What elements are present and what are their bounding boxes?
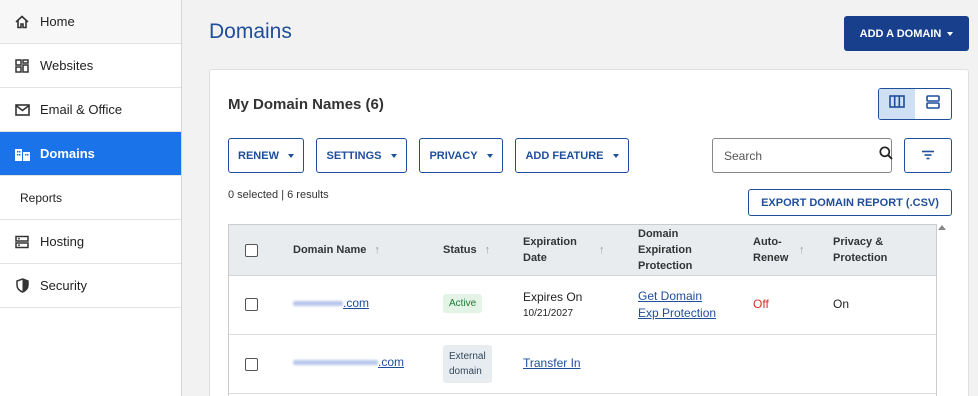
sidebar-item-label: Hosting — [40, 234, 85, 249]
home-icon — [14, 14, 30, 30]
status-badge: Active — [443, 294, 483, 313]
row-view-button[interactable] — [915, 89, 951, 119]
column-auto-renew[interactable]: Auto-Renew ↑ — [753, 234, 815, 266]
sidebar-item-label: Websites — [40, 58, 94, 73]
expires-label: Expires On — [523, 290, 583, 304]
hosting-icon — [14, 234, 30, 250]
sidebar-item-hosting[interactable]: Hosting — [0, 220, 181, 264]
sidebar-item-email-office[interactable]: Email & Office — [0, 88, 181, 132]
sidebar-item-websites[interactable]: Websites — [0, 44, 181, 88]
results-count: 0 selected | 6 results — [228, 189, 329, 201]
column-status[interactable]: Status ↑ — [443, 242, 490, 258]
settings-dropdown[interactable]: SETTINGS — [316, 138, 407, 173]
column-view-button[interactable] — [879, 89, 915, 119]
select-all-checkbox[interactable] — [245, 244, 258, 257]
chevron-down-icon — [390, 153, 397, 158]
sidebar-item-security[interactable]: Security — [0, 264, 181, 308]
expires-date: 10/21/2027 — [523, 308, 574, 319]
chevron-down-icon — [287, 153, 294, 158]
column-exp-protection: Domain Expiration Protection — [638, 228, 693, 272]
scroll-up-arrow-icon[interactable] — [938, 225, 946, 230]
add-feature-label: ADD FEATURE — [525, 149, 604, 162]
page-title: Domains — [209, 20, 292, 43]
table-header: Domain Name ↑ Status ↑ Expiration Date ↑ Do… — [229, 225, 936, 276]
search-box — [712, 138, 893, 173]
row-checkbox[interactable] — [245, 298, 258, 311]
search-input[interactable] — [724, 148, 879, 163]
sort-arrow-icon: ↑ — [374, 244, 380, 256]
settings-label: SETTINGS — [326, 149, 382, 162]
privacy-dropdown[interactable]: PRIVACY — [419, 138, 503, 173]
row-checkbox[interactable] — [245, 358, 258, 371]
sidebar-item-label: Email & Office — [40, 102, 123, 117]
renew-label: RENEW — [238, 149, 279, 162]
exp-protection-link[interactable]: Exp Protection — [638, 306, 716, 320]
search-icon[interactable] — [879, 146, 893, 165]
chevron-down-icon — [947, 31, 954, 36]
sidebar-item-label: Domains — [40, 146, 95, 161]
domain-link[interactable]: .com — [293, 355, 404, 369]
sidebar-item-label: Reports — [20, 190, 63, 205]
domains-card: My Domain Names (6) RENEW SETTINGS PRIVA… — [209, 69, 969, 396]
sort-arrow-icon: ↑ — [599, 244, 605, 256]
domains-table: Domain Name ↑ Status ↑ Expiration Date ↑ Do… — [228, 224, 937, 396]
sort-arrow-icon: ↑ — [484, 244, 491, 256]
sort-arrow-icon: ↑ — [799, 244, 805, 256]
transfer-in-link[interactable]: Transfer In — [523, 356, 581, 370]
main-content: Domains ADD A DOMAIN My Domain Names (6)… — [182, 0, 978, 396]
status-badge: External domain — [443, 345, 492, 383]
auto-renew-status: Off — [753, 297, 769, 311]
table-row: .com External domain Transfer In — [229, 335, 936, 394]
domains-icon — [14, 146, 30, 162]
column-expiration-date[interactable]: Expiration Date ↑ — [523, 234, 613, 266]
column-view-icon — [889, 95, 905, 113]
privacy-label: PRIVACY — [429, 149, 478, 162]
websites-icon — [14, 58, 30, 74]
sidebar: Home Websites Email & Office Domains Rep… — [0, 0, 182, 396]
sidebar-item-domains[interactable]: Domains — [0, 132, 181, 176]
privacy-status: On — [833, 297, 850, 311]
sidebar-item-reports[interactable]: Reports — [0, 176, 181, 220]
chevron-down-icon — [612, 153, 619, 158]
sidebar-item-label: Home — [40, 14, 75, 29]
sidebar-item-label: Security — [40, 278, 87, 293]
add-domain-button[interactable]: ADD A DOMAIN — [844, 16, 969, 51]
email-icon — [14, 102, 30, 118]
view-toggle — [878, 88, 952, 120]
filter-button[interactable] — [904, 138, 952, 173]
chevron-down-icon — [486, 153, 493, 158]
table-row: .com Active Expires On 10/21/2027 Get Do… — [229, 276, 936, 335]
sidebar-item-home[interactable]: Home — [0, 0, 181, 44]
get-domain-protection-link[interactable]: Get Domain — [638, 289, 702, 303]
column-privacy: Privacy & Protection — [833, 236, 888, 264]
add-domain-label: ADD A DOMAIN — [859, 27, 942, 40]
domain-link[interactable]: .com — [293, 296, 369, 310]
export-report-button[interactable]: EXPORT DOMAIN REPORT (.CSV) — [748, 189, 952, 216]
renew-dropdown[interactable]: RENEW — [228, 138, 304, 173]
card-title: My Domain Names (6) — [228, 96, 384, 113]
filter-icon — [921, 147, 935, 165]
add-feature-dropdown[interactable]: ADD FEATURE — [515, 138, 629, 173]
shield-icon — [14, 278, 30, 294]
row-view-icon — [926, 94, 940, 114]
column-domain-name[interactable]: Domain Name ↑ — [293, 242, 380, 258]
